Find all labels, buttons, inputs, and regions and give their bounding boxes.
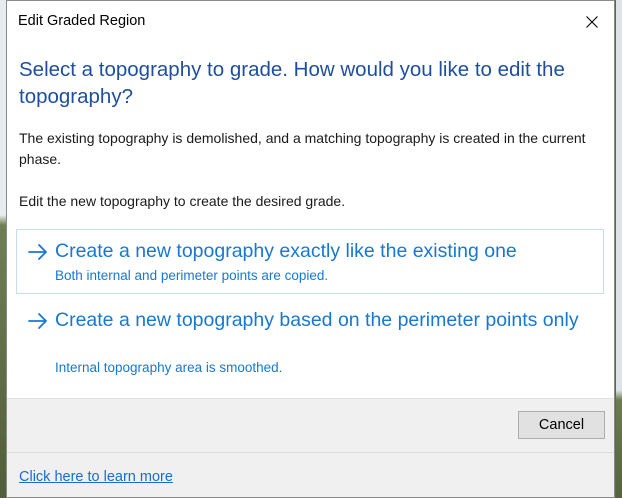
content-text: The existing topography is demolished, a…: [19, 130, 586, 167]
window-title: Edit Graded Region: [18, 13, 146, 29]
cancel-button[interactable]: Cancel: [518, 411, 605, 439]
command-link-title: Create a new topography exactly like the…: [55, 240, 517, 262]
command-link-copy-existing[interactable]: Create a new topography exactly like the…: [16, 229, 604, 294]
main-instruction: Select a topography to grade. How would …: [19, 58, 565, 108]
arrow-right-icon: [28, 313, 47, 329]
button-bar: Cancel: [7, 398, 614, 453]
command-link-subtitle: Both internal and perimeter points are c…: [55, 268, 329, 283]
title-bar: Edit Graded Region: [7, 1, 614, 43]
command-link-perimeter-only[interactable]: Create a new topography based on the per…: [16, 298, 604, 386]
learn-more-link[interactable]: Click here to learn more: [19, 469, 173, 485]
command-link-title: Create a new topography based on the per…: [55, 309, 579, 331]
background-terrain-right: [616, 0, 622, 498]
content-text-secondary: Edit the new topography to create the de…: [19, 193, 346, 209]
task-dialog: Edit Graded Region Select a topography t…: [6, 0, 615, 498]
command-link-subtitle: Internal topography area is smoothed.: [55, 360, 283, 375]
footer: Click here to learn more: [7, 452, 614, 497]
close-icon: [586, 16, 598, 28]
close-button[interactable]: [570, 1, 614, 43]
arrow-right-icon: [28, 244, 47, 260]
